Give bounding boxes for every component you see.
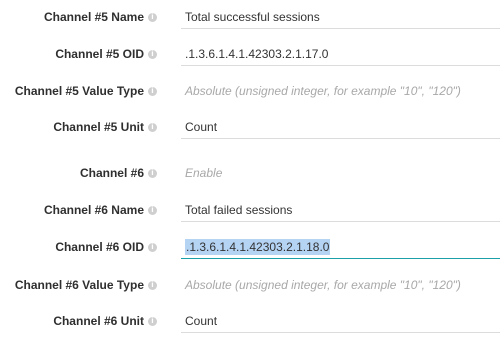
channel-5-name-label: Channel #5 Name (43, 10, 144, 24)
channel-5-unit-row: Channel #5 Unit i Count (0, 115, 500, 139)
channel-6-enable-toggle[interactable]: Enable (181, 161, 500, 185)
channel-5-value-type-label: Channel #5 Value Type (14, 84, 144, 98)
info-icon[interactable]: i (148, 316, 157, 326)
channel-6-unit-input[interactable]: Count (181, 309, 500, 333)
channel-5-oid-label: Channel #5 OID (55, 47, 144, 61)
channel-6-value-type-label: Channel #6 Value Type (14, 278, 144, 292)
info-icon[interactable]: i (148, 122, 157, 132)
info-icon[interactable]: i (148, 280, 157, 290)
channel-6-unit-row: Channel #6 Unit i Count (0, 309, 500, 333)
selected-text: .1.3.6.1.4.1.42303.2.1.18.0 (185, 238, 331, 255)
channel-6-oid-row: Channel #6 OID i .1.3.6.1.4.1.42303.2.1.1… (0, 235, 500, 259)
channel-6-unit-label: Channel #6 Unit (53, 314, 144, 328)
channel-6-value-type-row: Channel #6 Value Type i Absolute (unsigne… (0, 273, 500, 297)
channel-6-oid-input[interactable]: .1.3.6.1.4.1.42303.2.1.18.0 (181, 235, 500, 259)
channel-5-oid-row: Channel #5 OID i .1.3.6.1.4.1.42303.2.1.1… (0, 42, 500, 66)
info-icon[interactable]: i (148, 168, 157, 178)
channel-5-oid-input[interactable]: .1.3.6.1.4.1.42303.2.1.17.0 (181, 42, 500, 66)
channel-6-name-row: Channel #6 Name i Total failed sessions (0, 198, 500, 222)
channel-5-value-type-select[interactable]: Absolute (unsigned integer, for example … (181, 79, 500, 103)
channel-5-name-input[interactable]: Total successful sessions (181, 5, 500, 29)
channel-5-value-type-row: Channel #5 Value Type i Absolute (unsigne… (0, 79, 500, 103)
channel-6-name-label: Channel #6 Name (43, 203, 144, 217)
channel-6-label: Channel #6 (79, 166, 144, 180)
channel-6-name-input[interactable]: Total failed sessions (181, 198, 500, 222)
info-icon[interactable]: i (148, 86, 157, 96)
info-icon[interactable]: i (148, 205, 157, 215)
channel-6-enable-row: Channel #6 i Enable (0, 161, 500, 185)
info-icon[interactable]: i (148, 242, 157, 252)
channel-6-oid-label: Channel #6 OID (55, 240, 144, 254)
channel-5-name-row: Channel #5 Name i Total successful sessio… (0, 5, 500, 29)
channel-5-unit-input[interactable]: Count (181, 115, 500, 139)
channel-settings-form: Channel #5 Name i Total successful sessio… (0, 0, 500, 359)
channel-6-value-type-select[interactable]: Absolute (unsigned integer, for example … (181, 273, 500, 297)
info-icon[interactable]: i (148, 12, 157, 22)
info-icon[interactable]: i (148, 49, 157, 59)
channel-5-unit-label: Channel #5 Unit (53, 120, 144, 134)
